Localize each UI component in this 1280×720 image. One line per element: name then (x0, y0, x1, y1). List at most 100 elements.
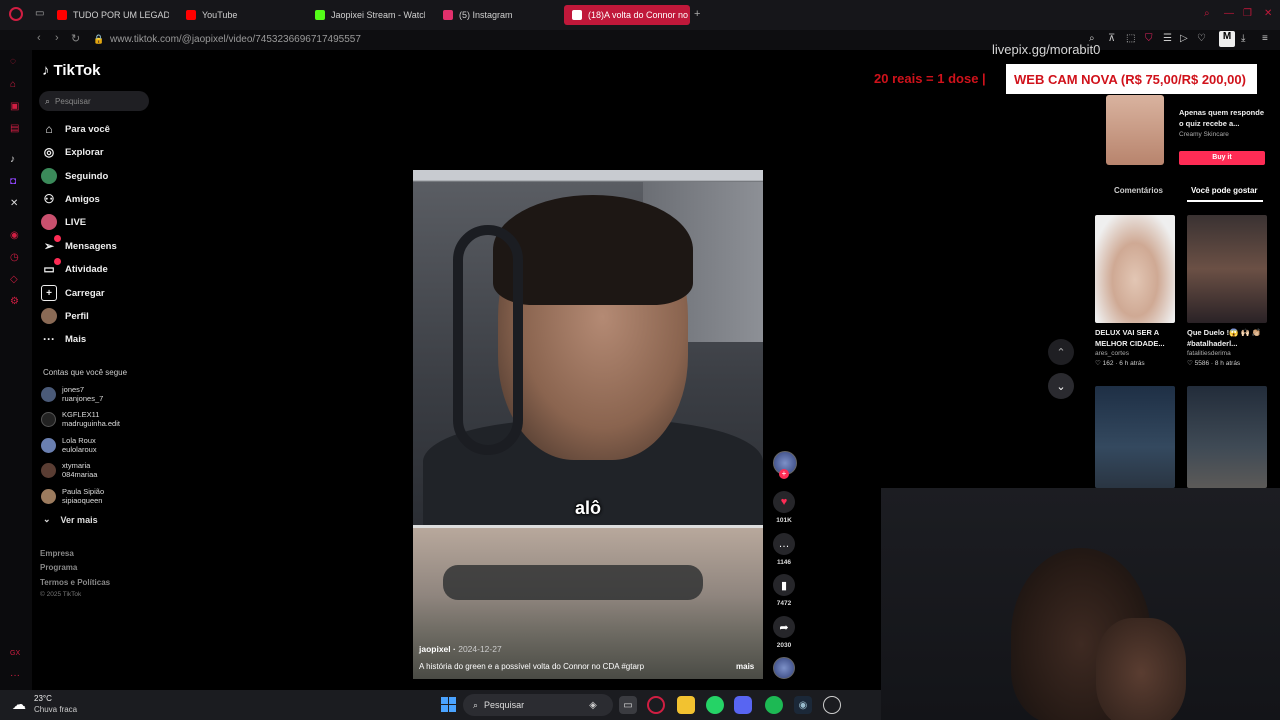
ad-thumbnail[interactable] (1106, 95, 1164, 165)
discord-icon[interactable] (734, 696, 752, 714)
music-disc[interactable] (773, 657, 795, 679)
save-button[interactable]: ▮ 7472 (773, 574, 795, 607)
settings-icon[interactable]: ⚙ (10, 296, 19, 307)
chat-icon[interactable]: ▣ (10, 101, 19, 112)
video-player[interactable]: alô jaopixel · 2024-12-27 A história do … (413, 170, 763, 679)
scroll-down-button[interactable]: ⌄ (1048, 373, 1074, 399)
scroll-up-button[interactable]: ⌃ (1048, 339, 1074, 365)
footer-link-termos[interactable]: Termos e Políticas (40, 578, 110, 587)
search-tabs-icon[interactable]: ⌕ (1204, 8, 1210, 19)
creator-avatar[interactable]: + (773, 451, 797, 479)
nav-seguindo[interactable]: Seguindo (41, 167, 108, 185)
nav-explorar[interactable]: ◎ Explorar (41, 143, 104, 161)
tiktok-icon (572, 10, 582, 20)
account-name: KGFLEX11 (62, 410, 100, 419)
suggested-video[interactable]: DELUX VAI SER A MELHOR CIDADE... ares_co… (1095, 215, 1175, 367)
history-icon[interactable]: ◷ (10, 252, 19, 263)
buy-button[interactable]: Buy it (1179, 151, 1265, 165)
tab-0[interactable]: TUDO POR UM LEGADO, (57, 5, 169, 25)
back-icon[interactable]: ‹ (37, 32, 41, 44)
tab-2[interactable]: Jaopixei Stream - Watch (315, 5, 425, 25)
nav-label: Mais (65, 333, 87, 345)
following-account[interactable]: xtymaria 084mariaa (41, 461, 97, 479)
tab-switcher-icon[interactable]: ▭ (35, 8, 44, 19)
nav-perfil[interactable]: Perfil (41, 307, 89, 325)
play-icon[interactable]: ▷ (1180, 33, 1188, 44)
tab-4[interactable]: (18)A volta do Connor no (564, 5, 690, 25)
heart-icon: ♥ (773, 491, 795, 513)
following-account[interactable]: Lola Roux eulolaroux (41, 436, 97, 454)
nav-para-voce[interactable]: ⌂ Para você (41, 120, 110, 138)
video-thumbnail[interactable] (1095, 386, 1175, 488)
comment-button[interactable]: … 1146 (773, 533, 795, 566)
task-view-icon[interactable]: ▭ (619, 696, 637, 714)
tab-1[interactable]: YouTube (186, 5, 296, 25)
close-icon[interactable]: ✕ (1264, 8, 1272, 19)
tiktok-rail-icon[interactable]: ♪ (10, 154, 15, 165)
url-field[interactable]: www.tiktok.com/@jaopixel/video/745323669… (110, 34, 361, 45)
video-more-link[interactable]: mais (736, 662, 754, 671)
video-thumbnail (1095, 215, 1175, 323)
file-explorer-icon[interactable] (677, 696, 695, 714)
following-account[interactable]: Paula Sipião sipiaoqueen (41, 487, 104, 505)
steam-icon[interactable]: ◉ (794, 696, 812, 714)
footer-link-programa[interactable]: Programa (40, 563, 77, 572)
windows-start-icon[interactable] (441, 697, 456, 712)
aria-icon[interactable]: ◌ (10, 56, 16, 67)
search-input[interactable]: ⌕ Pesquisar (39, 91, 149, 111)
profile-extension-icon[interactable]: M (1219, 31, 1235, 47)
widget-icon[interactable]: ◈ (584, 696, 602, 714)
suggested-video[interactable]: Que Duelo !😱 🙌🏻 👏🏼 #batalhaderl... fatal… (1187, 215, 1267, 367)
video-thumbnail[interactable] (1187, 386, 1267, 488)
weather-description[interactable]: Chuva fraca (34, 705, 77, 714)
nav-atividade[interactable]: ▭ Atividade (41, 258, 108, 278)
video-author-line[interactable]: jaopixel · 2024-12-27 (419, 644, 502, 654)
screenshot-icon[interactable]: ⬚ (1126, 33, 1135, 44)
opera-gx-icon[interactable] (647, 696, 665, 714)
gx-icon[interactable]: GX (10, 650, 20, 657)
see-more-button[interactable]: ⌄ Ver mais (43, 514, 98, 525)
new-tab-icon[interactable]: + (694, 8, 700, 20)
obs-icon[interactable] (823, 696, 841, 714)
bag-icon[interactable]: ⌂ (10, 79, 16, 90)
reload-icon[interactable]: ↻ (71, 32, 80, 45)
save-count: 7472 (776, 600, 792, 607)
rail-more-icon[interactable]: ··· (10, 670, 20, 681)
extensions-icon[interactable]: ☰ (1163, 33, 1172, 44)
news-icon[interactable]: ▤ (10, 123, 19, 134)
weather-temperature[interactable]: 23°C (34, 694, 52, 703)
x-icon[interactable]: ✕ (10, 198, 18, 209)
heart-icon[interactable]: ♡ (1197, 33, 1206, 44)
nav-live[interactable]: LIVE (41, 213, 86, 231)
whatsapp-icon[interactable] (706, 696, 724, 714)
like-button[interactable]: ♥ 101K (773, 491, 795, 524)
footer-link-empresa[interactable]: Empresa (40, 549, 74, 558)
tab-label: TUDO POR UM LEGADO, (73, 10, 169, 20)
weather-icon[interactable]: ☁ (12, 696, 26, 713)
player-icon[interactable]: ◉ (10, 230, 19, 241)
nav-mensagens[interactable]: ➢ Mensagens (41, 235, 117, 255)
shield-icon[interactable]: ⛉ (1145, 33, 1153, 44)
maximize-icon[interactable]: ❐ (1243, 8, 1252, 19)
twitch-icon[interactable]: ◘ (10, 176, 16, 187)
tab-comments[interactable]: Comentários (1114, 186, 1163, 195)
tab-3[interactable]: (5) Instagram (443, 5, 553, 25)
share-button[interactable]: ➦ 2030 (773, 616, 795, 649)
pin-icon[interactable]: ⊼ (1108, 33, 1115, 44)
nav-carregar[interactable]: + Carregar (41, 284, 105, 302)
following-account[interactable]: KGFLEX11 madruguinha.edit (41, 410, 120, 428)
forward-icon[interactable]: › (55, 32, 59, 44)
opera-logo-icon[interactable] (9, 7, 23, 21)
nav-mais[interactable]: ··· Mais (41, 330, 86, 348)
tiktok-logo[interactable]: ♪ TikTok (42, 62, 100, 79)
minimize-icon[interactable]: — (1224, 8, 1234, 19)
follow-plus-icon[interactable]: + (779, 469, 789, 479)
menu-icon[interactable]: ≡ (1262, 33, 1268, 44)
bookmark-icon[interactable]: ◇ (10, 274, 18, 285)
nav-amigos[interactable]: ⚇ Amigos (41, 190, 100, 208)
tab-you-may-like[interactable]: Você pode gostar (1191, 186, 1258, 195)
spotify-icon[interactable] (765, 696, 783, 714)
video-author[interactable]: jaopixel (419, 644, 451, 654)
download-icon[interactable]: ⤓ (1241, 33, 1245, 44)
following-account[interactable]: jones7 ruanjones_7 (41, 385, 103, 403)
